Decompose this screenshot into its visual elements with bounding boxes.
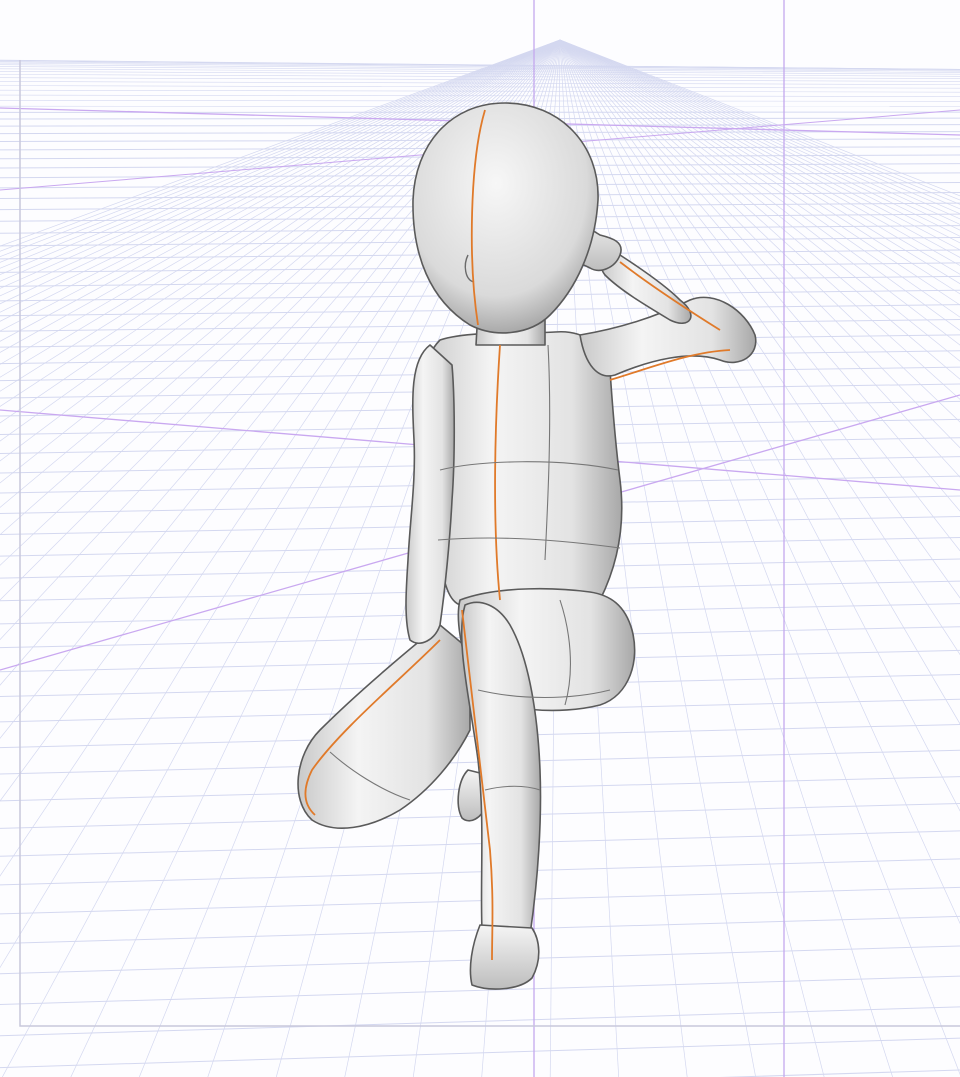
grid-line (0, 858, 960, 886)
left-thigh[interactable] (297, 624, 471, 829)
head[interactable] (412, 102, 599, 334)
right-foot[interactable] (469, 924, 540, 990)
grid-line (0, 1006, 960, 1037)
grid-line (0, 886, 960, 915)
grid-line (559, 39, 960, 1076)
grid-line (0, 830, 960, 857)
grid-line (0, 94, 960, 97)
grid-line (0, 1037, 960, 1069)
grid-line (719, 1069, 960, 1077)
left-arm[interactable] (405, 344, 456, 644)
3d-viewport[interactable] (0, 0, 960, 1077)
